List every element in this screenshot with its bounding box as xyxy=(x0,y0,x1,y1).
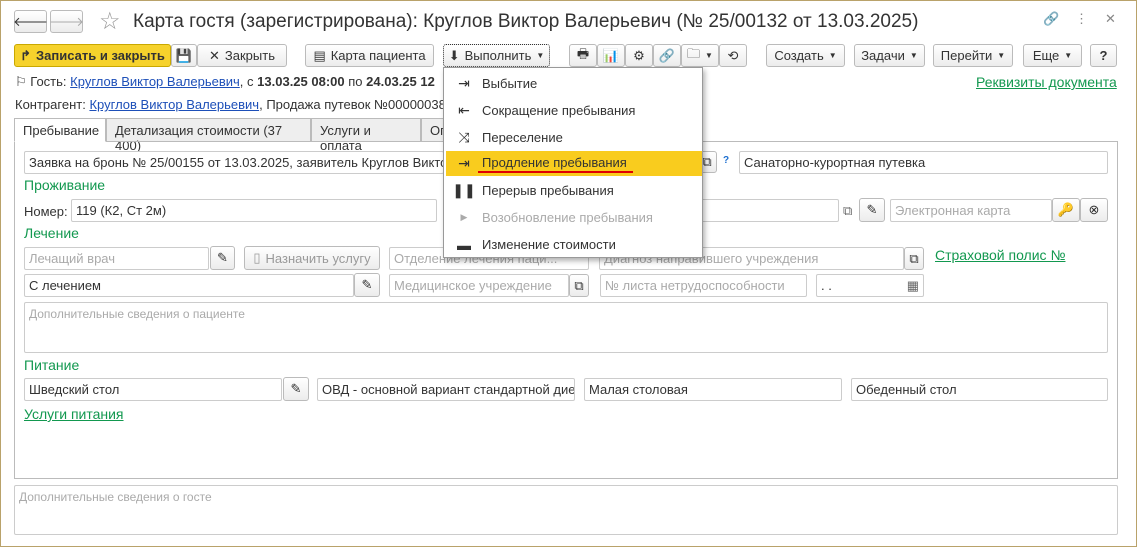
favorite-star-icon[interactable]: ☆ xyxy=(99,7,121,36)
insurance-policy-link[interactable]: Страховой полис № xyxy=(935,247,1065,263)
print-icon[interactable]: 🖶 xyxy=(569,44,597,67)
contractor-link[interactable]: Круглов Виктор Валерьевич xyxy=(89,97,259,112)
contractor-line: Контрагент: Круглов Виктор Валерьевич, П… xyxy=(15,97,446,112)
shuffle-icon: ⤨ xyxy=(458,129,470,145)
diet-field[interactable]: ОВД - основной вариант стандартной диеты xyxy=(317,378,575,401)
save-close-button[interactable]: ↱ Записать и закрыть xyxy=(14,44,171,67)
room-label: Номер: xyxy=(24,204,68,219)
extend-icon: ⇥ xyxy=(458,155,470,171)
guest-line: ⚐ Гость: Круглов Виктор Валерьевич, с 13… xyxy=(15,74,435,89)
menu-item-change-cost[interactable]: ▬ Изменение стоимости xyxy=(446,232,702,257)
tasks-button[interactable]: Задачи ▼ xyxy=(854,44,925,67)
edit-pencil-icon[interactable]: ✎ xyxy=(283,377,309,401)
link-icon[interactable]: 🔗 xyxy=(1043,11,1059,27)
section-food: Питание xyxy=(24,357,80,373)
edit-pencil-icon[interactable]: ✎ xyxy=(354,273,380,297)
patient-info-field[interactable]: Дополнительные сведения о пациенте xyxy=(24,302,1108,353)
flag-icon: ⚐ xyxy=(15,74,27,89)
help-button[interactable]: ? xyxy=(1090,44,1117,67)
guest-link[interactable]: Круглов Виктор Валерьевич xyxy=(70,74,240,89)
booking-field[interactable]: Заявка на бронь № 25/00155 от 13.03.2025… xyxy=(24,151,444,174)
arrow-down-icon: ⬇ xyxy=(448,47,460,63)
section-treatment: Лечение xyxy=(24,225,79,241)
execute-menu: ⇥ Выбытие ⇤ Сокращение пребывания ⤨ Пересел… xyxy=(443,67,703,258)
menu-item-resume-stay[interactable]: ▶ Возобновление пребывания xyxy=(446,205,702,230)
create-based-icon[interactable]: 🗀 ▼ xyxy=(681,44,719,67)
tab-services-payment[interactable]: Услуги и оплата xyxy=(311,118,421,153)
edit-pencil-icon[interactable]: ✎ xyxy=(859,198,885,222)
treatment-mode-field[interactable]: С лечением xyxy=(24,274,354,297)
menu-item-pause-stay[interactable]: ❚❚ Перерыв пребывания xyxy=(446,178,702,203)
dining-hall-field[interactable]: Малая столовая xyxy=(584,378,842,401)
close-icon: ✕ xyxy=(209,47,220,63)
create-button[interactable]: Создать ▼ xyxy=(766,44,845,67)
open-icon[interactable]: ⧉ xyxy=(904,247,924,270)
room-field[interactable]: 119 (К2, Ст 2м) xyxy=(71,199,437,222)
section-living: Проживание xyxy=(24,177,106,193)
menu-item-checkout[interactable]: ⇥ Выбытие xyxy=(446,71,702,96)
open-icon[interactable]: ⧉ xyxy=(569,274,589,297)
calendar-icon[interactable]: ▦ xyxy=(907,278,919,294)
forward-button[interactable]: 🡒 xyxy=(49,10,84,33)
open-icon[interactable]: ⧉ xyxy=(843,203,852,219)
doctor-field[interactable]: Лечащий врач xyxy=(24,247,209,270)
card-icon: ▤ xyxy=(313,47,326,63)
more-vertical-icon[interactable]: ⋮ xyxy=(1075,11,1088,27)
shorten-icon: ⇤ xyxy=(458,102,470,118)
close-button[interactable]: ✕ Закрыть xyxy=(197,44,287,67)
help-question-icon[interactable]: ? xyxy=(723,155,729,166)
save-close-icon: ↱ xyxy=(20,47,32,63)
execute-button[interactable]: ⬇ Выполнить ▼ xyxy=(443,44,550,67)
date-field[interactable]: . . ▦ xyxy=(816,274,924,297)
attachment-link-icon[interactable]: 🔗 xyxy=(653,44,681,67)
clear-circle-icon[interactable]: ⊗ xyxy=(1080,198,1108,222)
back-button[interactable]: 🡐 xyxy=(13,10,48,33)
window-title: Карта гостя (зарегистрирована): Круглов … xyxy=(133,11,919,32)
tab-stay[interactable]: Пребывание xyxy=(14,118,106,142)
goto-button[interactable]: Перейти ▼ xyxy=(933,44,1013,67)
food-type-field[interactable]: Шведский стол xyxy=(24,378,282,401)
document-icon: ▯ xyxy=(253,250,261,265)
room-extra-field[interactable] xyxy=(701,199,839,222)
gears-icon[interactable]: ⚙ xyxy=(625,44,653,67)
sick-list-field[interactable]: № листа нетрудоспособности xyxy=(600,274,807,297)
menu-item-relocation[interactable]: ⤨ Переселение xyxy=(446,125,702,150)
key-icon[interactable]: 🔑 xyxy=(1052,198,1080,222)
ecard-field[interactable]: Электронная карта xyxy=(890,199,1052,222)
voucher-type-field[interactable]: Санаторно-курортная путевка xyxy=(739,151,1108,174)
tab-cost-details[interactable]: Детализация стоимости (37 400) xyxy=(106,118,311,153)
doc-requisites-link[interactable]: Реквизиты документа xyxy=(976,74,1117,90)
report-chart-icon[interactable]: 📊 xyxy=(597,44,625,67)
save-icon[interactable]: 💾 xyxy=(171,44,197,67)
pause-icon: ❚❚ xyxy=(452,182,476,198)
play-icon: ▶ xyxy=(460,212,468,222)
table-field[interactable]: Обеденный стол xyxy=(851,378,1108,401)
more-button[interactable]: Еще ▼ xyxy=(1023,44,1082,67)
med-institution-field[interactable]: Медицинское учреждение xyxy=(389,274,569,297)
assign-service-button[interactable]: ▯ Назначить услугу xyxy=(244,246,380,270)
wallet-icon: ▬ xyxy=(457,236,471,253)
close-window-icon[interactable]: ✕ xyxy=(1105,11,1116,27)
history-icon[interactable]: ⟲ xyxy=(719,44,747,67)
patient-card-button[interactable]: ▤ Карта пациента xyxy=(305,44,434,67)
menu-item-shorten-stay[interactable]: ⇤ Сокращение пребывания xyxy=(446,98,702,123)
exit-icon: ⇥ xyxy=(458,75,470,91)
menu-item-extend-stay[interactable]: ⇥ Продление пребывания xyxy=(446,151,702,176)
guest-info-field[interactable]: Дополнительные сведения о госте xyxy=(14,485,1118,535)
edit-pencil-icon[interactable]: ✎ xyxy=(210,246,235,270)
food-services-link[interactable]: Услуги питания xyxy=(24,406,124,422)
